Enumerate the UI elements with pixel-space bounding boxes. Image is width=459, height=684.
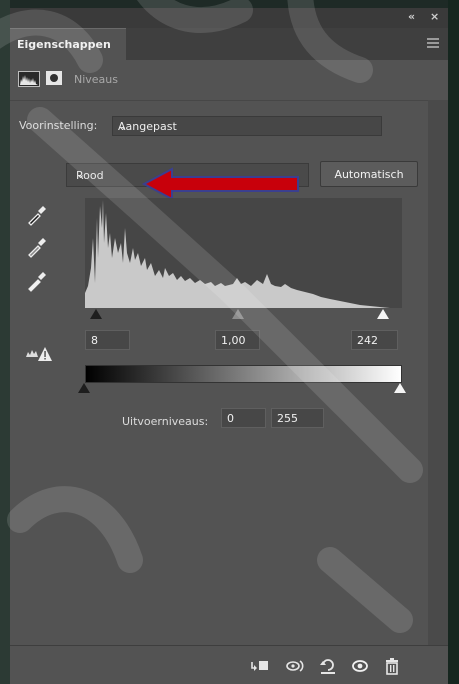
white-point-eyedropper-icon[interactable] xyxy=(26,270,48,292)
levels-histogram xyxy=(85,198,402,308)
output-low-field[interactable]: 0 xyxy=(221,408,266,428)
panel-tab-bar: Eigenschappen xyxy=(10,28,448,61)
view-previous-state-icon[interactable] xyxy=(285,656,305,676)
input-midtone-slider[interactable] xyxy=(232,309,244,319)
levels-histogram-icon[interactable] xyxy=(18,71,40,87)
background-image-right xyxy=(448,0,459,684)
panel-top-strip: « × xyxy=(10,8,448,28)
chevron-down-icon: ⌄ xyxy=(118,120,128,133)
input-shadow-value: 8 xyxy=(91,334,98,347)
preset-label: Voorinstelling: xyxy=(19,119,98,132)
reset-icon[interactable] xyxy=(318,656,338,676)
hamburger-menu-icon[interactable] xyxy=(427,38,439,50)
output-high-value: 255 xyxy=(277,412,298,425)
output-levels-label: Uitvoerniveaus: xyxy=(122,415,209,428)
panel-scrollbar[interactable] xyxy=(428,100,448,645)
input-shadow-slider[interactable] xyxy=(90,309,102,319)
close-panel-icon[interactable]: × xyxy=(430,10,439,23)
black-point-eyedropper-icon[interactable] xyxy=(26,204,48,226)
preset-dropdown[interactable]: Aangepast ⌄ xyxy=(112,116,382,136)
clipping-warning-icon[interactable] xyxy=(26,345,52,363)
gray-point-eyedropper-icon[interactable] xyxy=(26,236,48,258)
output-high-field[interactable]: 255 xyxy=(271,408,324,428)
output-low-value: 0 xyxy=(227,412,234,425)
input-highlight-value: 242 xyxy=(357,334,378,347)
properties-panel: « × Eigenschappen Niveaus Voorinstelling… xyxy=(10,8,448,684)
input-highlight-field[interactable]: 242 xyxy=(351,330,398,350)
output-gradient-bar xyxy=(85,365,402,383)
collapse-panel-icon[interactable]: « xyxy=(408,10,415,23)
annotation-arrow-icon xyxy=(141,167,299,201)
tab-eigenschappen[interactable]: Eigenschappen xyxy=(10,28,126,61)
adjustment-title: Niveaus xyxy=(74,73,119,86)
visibility-eye-icon[interactable] xyxy=(350,656,370,676)
auto-button-label: Automatisch xyxy=(334,168,404,181)
panel-footer xyxy=(10,645,448,684)
output-white-slider[interactable] xyxy=(394,383,406,393)
auto-button[interactable]: Automatisch xyxy=(320,161,418,187)
tab-label: Eigenschappen xyxy=(17,38,111,51)
output-black-slider[interactable] xyxy=(78,383,90,393)
input-highlight-slider[interactable] xyxy=(377,309,389,319)
background-image-left xyxy=(0,0,10,684)
input-shadow-field[interactable]: 8 xyxy=(85,330,130,350)
input-midtone-field[interactable]: 1,00 xyxy=(215,330,260,350)
input-midtone-value: 1,00 xyxy=(221,334,246,347)
layer-mask-icon[interactable] xyxy=(46,71,62,85)
clip-to-layer-icon[interactable] xyxy=(250,656,270,676)
trash-icon[interactable] xyxy=(382,656,402,676)
